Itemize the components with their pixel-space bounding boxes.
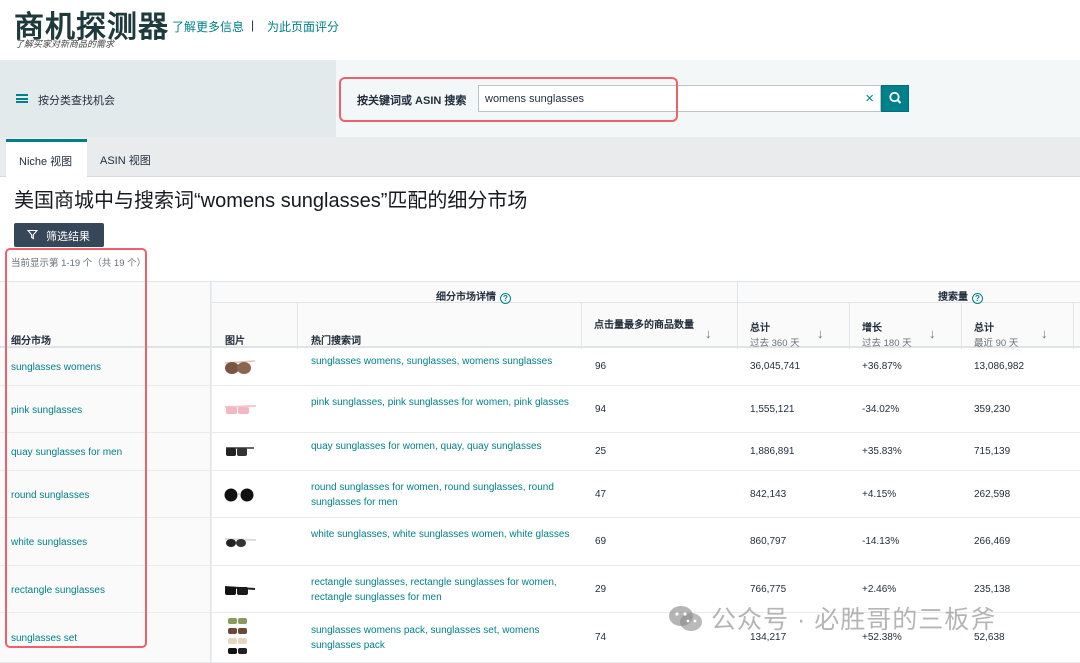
clear-icon[interactable]: ×	[865, 90, 874, 107]
top-keywords-links[interactable]: quay sunglasses for women, quay, quay su…	[311, 439, 576, 454]
sort-arrow-icon[interactable]: ↓	[1041, 326, 1048, 341]
growth-180: +4.15%	[862, 489, 897, 500]
wechat-icon	[669, 606, 702, 631]
help-icon[interactable]: ?	[972, 293, 983, 304]
search-volume-360: 1,555,121	[750, 404, 795, 415]
search-volume-360: 36,045,741	[750, 361, 801, 372]
product-image-white-sunglasses[interactable]	[222, 532, 258, 557]
niche-link[interactable]: white sunglasses	[11, 537, 87, 548]
search-volume-90: 262,598	[974, 489, 1011, 500]
link-separator: |	[251, 18, 255, 32]
top-clicked-count: 25	[595, 446, 607, 457]
table-row: white sunglasses white sunglasses, white …	[0, 518, 1080, 566]
tab-asin-view[interactable]: ASIN 视图	[100, 139, 151, 177]
search-button[interactable]	[881, 85, 909, 112]
search-label: 按关键词或 ASIN 搜索	[357, 95, 467, 107]
top-keywords-links[interactable]: round sunglasses for women, round sungla…	[311, 480, 576, 510]
top-keywords-links[interactable]: rectangle sunglasses, rectangle sunglass…	[311, 575, 576, 605]
filter-results-button[interactable]: 筛选结果	[14, 223, 104, 247]
column-header-image: 图片	[225, 336, 245, 347]
category-browse-label: 按分类查找机会	[38, 95, 115, 107]
niche-link[interactable]: quay sunglasses for men	[11, 447, 122, 458]
column-header-keywords: 热门搜索词	[311, 336, 361, 347]
sort-arrow-icon[interactable]: ↓	[929, 326, 936, 341]
watermark-text: 公众号 · 必胜哥的三板斧	[711, 606, 997, 634]
search-band: 按分类查找机会 按关键词或 ASIN 搜索 ×	[0, 60, 1080, 137]
search-volume-360: 842,143	[750, 489, 787, 500]
top-clicked-count: 96	[595, 361, 607, 372]
product-image-round-sunglasses[interactable]	[222, 485, 258, 510]
column-header-niche[interactable]: 细分市场	[11, 332, 51, 347]
column-header-growth-180[interactable]: 增长 过去 180 天	[862, 319, 912, 349]
table-row: pink sunglasses pink sunglasses, pink sun…	[0, 386, 1080, 433]
page-title: 美国商城中与搜索词“womens sunglasses”匹配的细分市场	[14, 190, 528, 212]
view-tabs: Niche 视图 ASIN 视图	[0, 137, 1080, 177]
product-image-sunglasses-set[interactable]	[222, 616, 258, 663]
search-volume-360: 860,797	[750, 536, 787, 547]
top-clicked-count: 29	[595, 584, 607, 595]
growth-180: +2.46%	[862, 584, 897, 595]
top-keywords-links[interactable]: white sunglasses, white sunglasses women…	[311, 527, 576, 542]
table-header: 细分市场详情? 搜索量? 细分市场 图片 热门搜索词 点击量最多的商品数量 ↓ …	[0, 281, 1080, 349]
niche-link[interactable]: sunglasses womens	[11, 362, 101, 373]
sort-arrow-icon[interactable]: ↓	[817, 326, 824, 341]
app-header: 商机探测器 了解买家对新商品的需求 了解更多信息 | 为此页面评分	[0, 0, 1080, 60]
search-field[interactable]: ×	[478, 85, 881, 112]
search-volume-90: 235,138	[974, 584, 1011, 595]
help-icon[interactable]: ?	[500, 293, 511, 304]
search-volume-90: 715,139	[974, 446, 1011, 457]
result-count: 当前显示第 1-19 个（共 19 个）	[11, 258, 147, 269]
top-keywords-links[interactable]: sunglasses womens pack, sunglasses set, …	[311, 623, 576, 653]
app-subtitle: 了解买家对新商品的需求	[15, 39, 115, 49]
sort-arrow-icon[interactable]: ↓	[705, 326, 712, 341]
top-keywords-links[interactable]: sunglasses womens, sunglasses, womens su…	[311, 354, 576, 369]
product-image-brown-sunglasses[interactable]	[222, 357, 258, 382]
column-header-top-clicked[interactable]: 点击量最多的商品数量	[594, 319, 694, 332]
hamburger-menu-icon	[16, 94, 28, 103]
learn-more-link[interactable]: 了解更多信息	[172, 18, 244, 35]
table-row: sunglasses womens sunglasses womens, sung…	[0, 348, 1080, 386]
top-clicked-count: 47	[595, 489, 607, 500]
group-header-search-volume: 搜索量?	[938, 288, 983, 304]
search-volume-360: 766,775	[750, 584, 787, 595]
growth-180: -14.13%	[862, 536, 900, 547]
table-row: quay sunglasses for men quay sunglasses f…	[0, 433, 1080, 471]
tab-niche-view[interactable]: Niche 视图	[6, 139, 87, 177]
product-image-rectangle-sunglasses[interactable]	[222, 580, 258, 605]
rate-page-link[interactable]: 为此页面评分	[267, 18, 339, 35]
search-volume-360: 1,886,891	[750, 446, 795, 457]
top-clicked-count: 74	[595, 632, 607, 643]
product-image-pink-sunglasses[interactable]	[222, 400, 258, 425]
search-icon	[889, 91, 902, 104]
niche-link[interactable]: rectangle sunglasses	[11, 585, 105, 596]
table-row: round sunglasses round sunglasses for wom…	[0, 471, 1080, 518]
filter-results-label: 筛选结果	[46, 231, 90, 243]
product-image-black-sunglasses[interactable]	[222, 442, 258, 467]
niche-link[interactable]: round sunglasses	[11, 490, 89, 501]
category-browse-button[interactable]: 按分类查找机会	[0, 60, 336, 137]
growth-180: -34.02%	[862, 404, 900, 415]
niche-link[interactable]: pink sunglasses	[11, 405, 82, 416]
growth-180: +35.83%	[862, 446, 902, 457]
search-volume-90: 266,469	[974, 536, 1011, 547]
top-clicked-count: 69	[595, 536, 607, 547]
group-header-niche-details: 细分市场详情?	[436, 288, 511, 304]
search-volume-90: 359,230	[974, 404, 1011, 415]
growth-180: +36.87%	[862, 361, 902, 372]
column-header-total-90[interactable]: 总计 最近 90 天	[974, 319, 1018, 349]
search-volume-90: 13,086,982	[974, 361, 1025, 372]
niche-link[interactable]: sunglasses set	[11, 633, 77, 644]
top-clicked-count: 94	[595, 404, 607, 415]
search-input[interactable]	[485, 90, 845, 108]
top-keywords-links[interactable]: pink sunglasses, pink sunglasses for wom…	[311, 395, 576, 410]
column-header-total-360[interactable]: 总计 过去 360 天	[750, 319, 800, 349]
filter-icon	[27, 229, 38, 240]
